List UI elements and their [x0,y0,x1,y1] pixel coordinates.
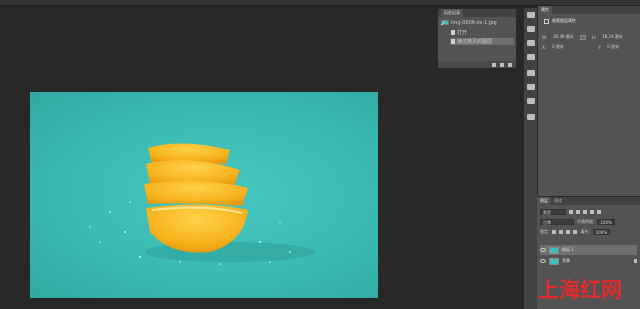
lemon-photo [89,143,315,265]
lock-transparent-icon[interactable] [552,229,557,234]
lock-pixels-icon[interactable] [559,229,564,234]
lock-label: 锁定: [540,228,550,234]
history-snapshot[interactable]: img-0006-zx-1.jpg [441,19,515,26]
x-label: X: [542,44,547,50]
pixel-layer-icon [544,18,549,24]
layer-name: 背景 [562,258,570,263]
eye-icon[interactable] [540,248,546,252]
history-panel-icon[interactable] [527,12,535,18]
brush-panel-icon[interactable] [527,26,535,32]
opacity-label: 不透明度: [577,218,595,224]
paragraph-panel-icon[interactable] [527,84,535,90]
info-panel-icon[interactable] [527,114,535,120]
new-document-from-state-icon[interactable] [492,62,496,67]
history-step-label: 打开 [457,30,468,36]
layer-kind-select[interactable]: 类型 [540,208,566,215]
fill-label: 填充: [580,228,590,234]
history-panel: 历史记录 img-0006-zx-1.jpg 打开 通过拷贝的图层 [437,8,517,69]
filter-pixel-icon[interactable] [569,209,573,214]
history-footer [438,61,516,68]
x-value[interactable]: 0 厘米 [552,44,564,50]
history-step-layer-via-copy[interactable]: 通过拷贝的图层 [450,38,514,45]
tab-history[interactable]: 历史记录 [441,9,463,17]
filter-type-icon[interactable] [583,209,587,214]
lock-all-icon[interactable] [573,229,578,234]
history-document-name: img-0006-zx-1.jpg [451,19,497,26]
layer-name: 图层 1 [562,247,574,252]
adjustments-panel-icon[interactable] [527,40,535,46]
filter-smart-object-icon[interactable] [597,209,601,214]
width-label: W: [542,34,548,40]
y-label: Y: [597,44,602,50]
layer-thumbnail [549,246,559,254]
canvas-image-lemon-slices[interactable] [30,92,378,298]
lock-fill-row: 锁定: 填充: 100% [540,228,637,235]
height-label: H: [591,34,597,40]
history-brush-icon[interactable]: ✓ [440,20,446,28]
filter-shape-icon[interactable] [590,209,594,214]
trash-icon[interactable] [508,62,512,67]
tools-panel-icon[interactable] [527,98,535,104]
properties-size-row: W: 30.48 厘米 GO H: 18.24 厘米 [542,34,623,40]
camera-icon[interactable] [500,62,504,67]
width-value[interactable]: 30.48 厘米 [553,34,574,40]
layers-tabbar: 图层 通道 [537,197,640,205]
layer-thumbnail [549,257,559,265]
blend-mode-select[interactable]: 正常 [540,218,574,225]
tab-channels[interactable]: 通道 [551,197,565,205]
filter-adjustment-icon[interactable] [576,209,580,214]
properties-header: 像素图层属性 [544,18,576,24]
properties-position-row: X: 0 厘米 Y: 0 厘米 [542,44,619,50]
tab-properties[interactable]: 属性 [538,6,552,14]
fill-input[interactable]: 100% [592,228,611,235]
history-step-label: 通过拷贝的图层 [457,39,493,45]
lock-icon [634,259,637,263]
layer-row-background[interactable]: 背景 [540,256,637,266]
tab-layers[interactable]: 图层 [537,197,551,205]
properties-tabbar: 属性 [538,6,640,14]
panel-icon-strip [523,8,537,309]
eye-icon[interactable] [540,259,546,263]
history-step-open[interactable]: 打开 [450,29,514,36]
height-value[interactable]: 18.24 厘米 [602,34,623,40]
document-icon [451,39,455,44]
properties-title: 像素图层属性 [552,18,576,23]
blend-opacity-row: 正常 不透明度: 100% [540,218,637,225]
swatches-panel-icon[interactable] [527,54,535,60]
character-panel-icon[interactable] [527,70,535,76]
opacity-input[interactable]: 100% [597,218,615,225]
lock-position-icon[interactable] [566,229,571,234]
link-icon[interactable] [579,34,586,40]
watermark: 上海红网 [538,278,622,302]
history-tabbar: 历史记录 [438,9,516,17]
y-value[interactable]: 0 厘米 [607,44,619,50]
layer-row-layer-1[interactable]: 图层 1 [540,245,637,255]
layer-filter-row: 类型 [540,208,637,215]
document-icon [451,30,455,35]
